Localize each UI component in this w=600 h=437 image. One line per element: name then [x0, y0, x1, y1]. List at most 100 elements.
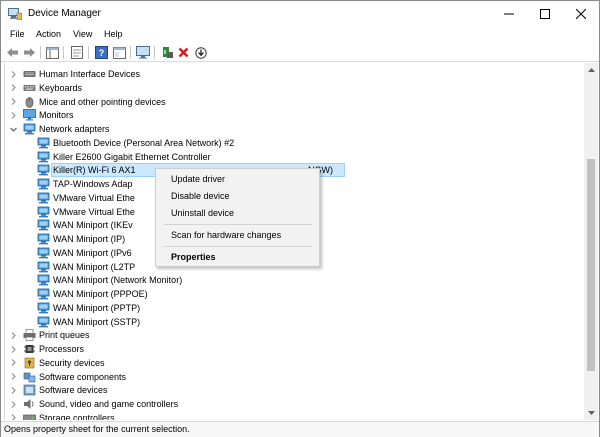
uninstall-device-toolbar-button[interactable] [176, 45, 191, 60]
tree-expander[interactable] [9, 122, 17, 136]
tree-category-monitors[interactable]: Monitors [5, 108, 583, 122]
storage-icon [23, 412, 36, 420]
tree-expander[interactable] [9, 81, 17, 95]
tree-expander[interactable] [9, 383, 17, 397]
network-adapter-icon [37, 288, 50, 300]
tree-category-print-queues[interactable]: Print queues [5, 328, 583, 342]
scan-hardware-button[interactable] [135, 45, 150, 60]
context-menu-disable-device[interactable]: Disable device [171, 191, 230, 201]
tree-category-keyboards[interactable]: Keyboards [5, 81, 583, 95]
printer-icon [23, 329, 36, 342]
back-button[interactable] [5, 45, 20, 60]
tree-expander[interactable] [9, 108, 17, 122]
tree-expander[interactable] [9, 411, 17, 420]
tree-item-label: WAN Miniport (IKEv [53, 220, 133, 231]
tree-expander[interactable] [9, 95, 17, 109]
console-tree-icon [46, 46, 59, 59]
network-adapter-icon [37, 164, 50, 176]
context-menu-update-driver[interactable]: Update driver [171, 174, 225, 184]
tree-item-label: WAN Miniport (PPTP) [53, 302, 141, 313]
menu-help[interactable]: Help [104, 29, 123, 39]
status-bar: Opens property sheet for the current sel… [1, 421, 599, 437]
tree-device-killer-e2600-gigabit-ethernet-controller[interactable]: Killer E2600 Gigabit Ethernet Controller [5, 150, 583, 164]
forward-button[interactable] [22, 45, 37, 60]
software-device-icon [23, 384, 36, 396]
tree-category-network-adapters[interactable]: Network adapters [5, 122, 583, 136]
menu-view[interactable]: View [73, 29, 92, 39]
network-adapter-icon [37, 192, 50, 204]
tree-item-label: VMware Virtual Ethe [53, 206, 135, 217]
monitor-icon [23, 109, 36, 121]
tree-item-label: Software devices [39, 385, 108, 396]
chevron-right-icon [11, 111, 16, 119]
tree-expander[interactable] [9, 342, 17, 356]
minimize-button[interactable] [491, 1, 527, 27]
scroll-down-button[interactable] [584, 406, 598, 420]
show-hide-console-tree-button[interactable] [45, 45, 60, 60]
context-menu-properties[interactable]: Properties [171, 252, 216, 262]
tree-item-label: Software components [39, 371, 127, 382]
security-device-icon [23, 357, 36, 369]
tree-item-label: WAN Miniport (L2TP [53, 261, 136, 272]
scrollbar-thumb[interactable] [587, 159, 595, 371]
tree-expander[interactable] [9, 397, 17, 411]
tree-item-label: Network adapters [39, 124, 110, 134]
security-device-icon [24, 357, 35, 369]
tree-category-human-interface-devices[interactable]: Human Interface Devices [5, 67, 583, 81]
tree-category-mice-and-other-pointing-devices[interactable]: Mice and other pointing devices [5, 95, 583, 109]
network-adapter-icon [37, 219, 50, 231]
context-menu-scan-hardware[interactable]: Scan for hardware changes [171, 230, 281, 240]
maximize-button[interactable] [527, 1, 563, 27]
close-icon [576, 9, 586, 19]
tree-expander[interactable] [9, 356, 17, 370]
network-adapter-icon [37, 316, 50, 327]
sound-icon [23, 398, 36, 410]
tree-device-bluetooth-device-personal-area-network-2[interactable]: Bluetooth Device (Personal Area Network)… [5, 136, 583, 150]
menu-file[interactable]: File [10, 29, 25, 39]
mouse-icon [25, 96, 34, 108]
tree-category-software-devices[interactable]: Software devices [5, 383, 583, 397]
network-adapter-icon [37, 233, 50, 245]
update-driver-toolbar-button[interactable] [160, 45, 175, 60]
tree-expander[interactable] [9, 328, 17, 342]
tree-category-processors[interactable]: Processors [5, 342, 583, 356]
properties-sheet-icon [70, 46, 83, 59]
update-driver-icon [162, 47, 173, 58]
red-x-icon [178, 47, 189, 58]
scroll-up-button[interactable] [584, 63, 598, 77]
tree-device-wan-miniport-sstp[interactable]: WAN Miniport (SSTP) [5, 315, 583, 329]
help-toolbar-button[interactable]: ? [94, 45, 109, 60]
network-adapter-icon [37, 274, 50, 286]
tree-item-label: Processors [39, 344, 85, 354]
tree-expander[interactable] [9, 67, 17, 81]
status-text: Opens property sheet for the current sel… [4, 424, 190, 434]
properties-toolbar-button[interactable] [69, 45, 84, 60]
network-adapter-icon [37, 151, 50, 162]
network-adapter-icon [37, 206, 50, 218]
tree-category-storage-controllers[interactable]: Storage controllers [5, 411, 583, 420]
tree-category-security-devices[interactable]: Security devices [5, 356, 583, 370]
svg-text:?: ? [99, 48, 105, 58]
tree-expander[interactable] [9, 370, 17, 384]
network-adapter-icon [37, 288, 50, 300]
context-menu: Update driver Disable device Uninstall d… [155, 168, 320, 267]
chevron-right-icon [11, 331, 16, 339]
chevron-right-icon [11, 345, 16, 353]
tree-device-wan-miniport-network-monitor[interactable]: WAN Miniport (Network Monitor) [5, 273, 583, 287]
vertical-scrollbar[interactable] [584, 63, 598, 420]
view-toolbar-button[interactable] [112, 45, 127, 60]
enable-device-toolbar-button[interactable] [193, 45, 208, 60]
context-menu-uninstall-device[interactable]: Uninstall device [171, 208, 234, 218]
network-adapter-icon [37, 164, 50, 176]
tree-category-software-components[interactable]: Software components [5, 370, 583, 384]
tree-device-wan-miniport-pptp[interactable]: WAN Miniport (PPTP) [5, 301, 583, 315]
window-title: Device Manager [28, 8, 101, 19]
tree-item-label: WAN Miniport (IPv6 [53, 247, 132, 258]
tree-device-wan-miniport-pppoe[interactable]: WAN Miniport (PPPOE) [5, 287, 583, 301]
tree-item-label: TAP-Windows Adap [53, 179, 133, 189]
close-window-button[interactable] [563, 1, 599, 27]
menu-action[interactable]: Action [36, 29, 61, 39]
context-menu-separator [164, 224, 312, 225]
tree-category-sound-video-and-game-controllers[interactable]: Sound, video and game controllers [5, 397, 583, 411]
network-adapter-icon [37, 247, 50, 259]
